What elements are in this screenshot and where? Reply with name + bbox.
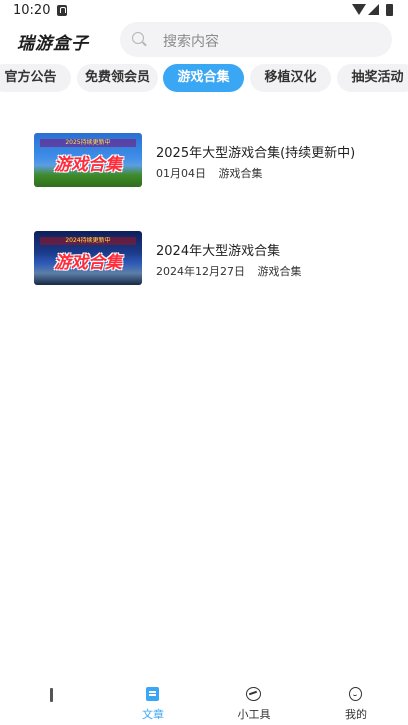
tab-ports-localization[interactable]: 移植汉化 xyxy=(250,64,331,92)
app-title: 瑞游盒子 xyxy=(17,34,89,54)
search-icon xyxy=(132,32,144,44)
signal-icon xyxy=(368,4,379,15)
article-thumbnail: 2024持续更新中 游戏合集 xyxy=(34,231,142,285)
article-category: 游戏合集 xyxy=(218,167,263,180)
nav-articles[interactable]: 文章 xyxy=(121,680,185,725)
tab-game-collections[interactable]: 游戏合集 xyxy=(163,64,244,92)
nav-tools[interactable]: 小工具 xyxy=(222,680,286,725)
article-title: 2025年大型游戏合集(持续更新中) xyxy=(156,146,356,161)
status-bar: 10:20 xyxy=(0,0,408,24)
tab-lottery-events[interactable]: 抽奖活动 xyxy=(337,64,408,92)
article-thumbnail: 2025持续更新中 游戏合集 xyxy=(34,133,142,187)
article-icon xyxy=(146,687,159,701)
thumbnail-banner-text: 2024持续更新中 xyxy=(40,237,136,245)
article-category: 游戏合集 xyxy=(257,265,302,278)
tab-free-membership[interactable]: 免费领会员 xyxy=(77,64,158,92)
nav-tools-label: 小工具 xyxy=(237,708,271,721)
search-input[interactable]: 搜索内容 xyxy=(120,22,392,57)
tools-icon xyxy=(246,687,261,701)
thumbnail-title-text: 游戏合集 xyxy=(54,155,122,175)
nav-home[interactable] xyxy=(20,680,84,725)
home-icon xyxy=(50,688,53,702)
article-item[interactable]: 2024持续更新中 游戏合集 2024年大型游戏合集 2024年12月27日 游… xyxy=(34,231,394,285)
tab-official-announcements[interactable]: 官方公告 xyxy=(0,64,71,92)
category-tabs: 官方公告 免费领会员 游戏合集 移植汉化 抽奖活动 xyxy=(0,64,408,92)
profile-icon xyxy=(349,687,362,701)
article-meta: 2024年12月27日 游戏合集 xyxy=(156,263,302,279)
search-placeholder: 搜索内容 xyxy=(163,34,219,50)
article-title: 2024年大型游戏合集 xyxy=(156,244,281,259)
status-time: 10:20 xyxy=(13,3,51,18)
nav-mine-label: 我的 xyxy=(345,708,367,721)
article-date: 01月04日 xyxy=(156,167,206,180)
wifi-icon xyxy=(352,4,366,15)
bottom-nav: 文章 小工具 我的 xyxy=(0,680,408,725)
article-item[interactable]: 2025持续更新中 游戏合集 2025年大型游戏合集(持续更新中) 01月04日… xyxy=(34,133,394,187)
notification-app-icon xyxy=(57,5,67,16)
thumbnail-banner-text: 2025持续更新中 xyxy=(40,139,136,147)
nav-mine[interactable]: 我的 xyxy=(324,680,388,725)
thumbnail-title-text: 游戏合集 xyxy=(54,253,122,273)
article-meta: 01月04日 游戏合集 xyxy=(156,165,263,181)
nav-articles-label: 文章 xyxy=(142,708,164,721)
article-date: 2024年12月27日 xyxy=(156,265,245,278)
battery-icon xyxy=(386,4,393,16)
